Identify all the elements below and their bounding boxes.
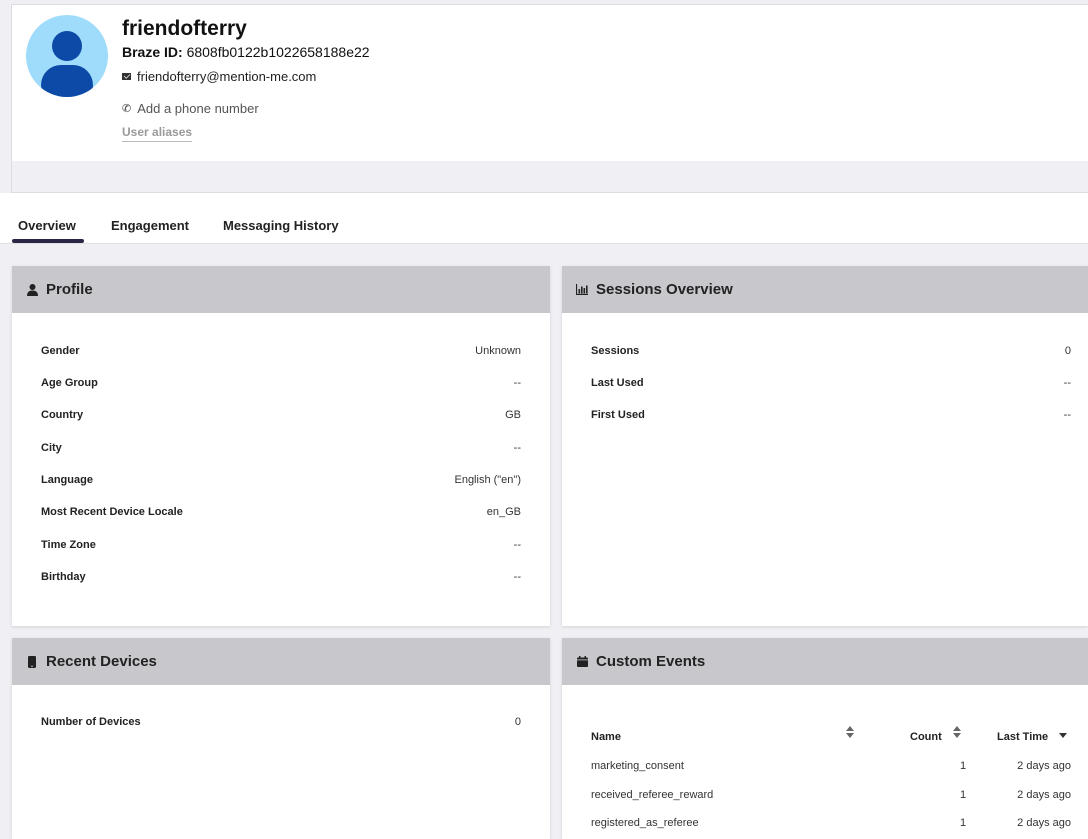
event-name: registered_as_referee xyxy=(591,817,699,829)
row-key: Time Zone xyxy=(41,539,96,551)
profile-row-gender: Gender Unknown xyxy=(41,345,521,359)
profile-card: Profile Gender Unknown Age Group -- Coun… xyxy=(12,266,550,626)
row-key: City xyxy=(41,442,62,454)
row-key: Birthday xyxy=(41,571,86,583)
row-value: 0 xyxy=(514,716,521,728)
username: friendofterry xyxy=(122,17,247,40)
devices-row-count: Number of Devices 0 xyxy=(41,716,521,730)
devices-card-header: Recent Devices xyxy=(12,638,550,685)
event-last-time: 2 days ago xyxy=(1017,817,1071,829)
user-header: friendofterry Braze ID: 6808fb0122b10226… xyxy=(11,4,1088,162)
sort-icon[interactable] xyxy=(846,726,854,738)
header-strip xyxy=(11,161,1088,193)
row-value: English ("en") xyxy=(454,474,521,486)
profile-row-time-zone: Time Zone -- xyxy=(41,539,521,553)
tab-messaging-history[interactable]: Messaging History xyxy=(223,218,339,233)
table-row: received_referee_reward 1 2 days ago xyxy=(591,789,1071,803)
mobile-icon xyxy=(26,655,38,669)
event-last-time: 2 days ago xyxy=(1017,760,1071,772)
profile-row-country: Country GB xyxy=(41,409,521,423)
braze-id-label: Braze ID: xyxy=(122,44,183,60)
row-value: GB xyxy=(505,409,521,421)
event-count: 1 xyxy=(960,789,967,801)
column-header-last-time[interactable]: Last Time xyxy=(997,731,1048,743)
event-last-time: 2 days ago xyxy=(1017,789,1071,801)
sessions-row-first-used: First Used -- xyxy=(591,409,1071,423)
profile-row-birthday: Birthday -- xyxy=(41,571,521,585)
row-key: Language xyxy=(41,474,93,486)
row-value: -- xyxy=(1063,409,1071,421)
avatar-body xyxy=(41,65,93,97)
row-key: Most Recent Device Locale xyxy=(41,506,183,518)
calendar-icon xyxy=(576,655,588,669)
avatar xyxy=(26,15,108,97)
event-count: 1 xyxy=(960,817,967,829)
row-value: -- xyxy=(513,442,521,454)
column-header-count[interactable]: Count xyxy=(910,731,942,743)
event-count: 1 xyxy=(960,760,967,772)
tab-overview[interactable]: Overview xyxy=(12,218,84,243)
row-value: -- xyxy=(513,377,521,389)
bar-chart-icon xyxy=(576,283,588,297)
add-phone-link[interactable]: ✆ Add a phone number xyxy=(122,101,259,116)
event-name: received_referee_reward xyxy=(591,789,714,801)
profile-row-city: City -- xyxy=(41,442,521,456)
sessions-row-sessions: Sessions 0 xyxy=(591,345,1071,359)
row-key: Age Group xyxy=(41,377,98,389)
user-aliases-link[interactable]: User aliases xyxy=(122,125,193,142)
braze-id: Braze ID: 6808fb0122b1022658188e22 xyxy=(122,44,370,60)
sessions-card-header: Sessions Overview xyxy=(562,266,1088,313)
user-icon xyxy=(26,283,38,297)
row-key: Last Used xyxy=(591,377,644,389)
envelope-icon xyxy=(122,73,131,80)
events-card-header: Custom Events xyxy=(562,638,1088,685)
profile-row-age-group: Age Group -- xyxy=(41,377,521,391)
table-row: registered_as_referee 1 2 days ago xyxy=(591,817,1071,831)
recent-devices-card: Recent Devices Number of Devices 0 xyxy=(12,638,550,839)
row-key: Gender xyxy=(41,345,80,357)
sessions-card: Sessions Overview Sessions 0 Last Used -… xyxy=(562,266,1088,626)
sessions-title: Sessions Overview xyxy=(596,281,733,298)
row-key: Number of Devices xyxy=(41,716,141,728)
row-key: First Used xyxy=(591,409,645,421)
table-row: marketing_consent 1 2 days ago xyxy=(591,760,1071,774)
sort-desc-icon[interactable] xyxy=(1059,733,1067,738)
custom-events-card: Custom Events Name Count Last Time marke… xyxy=(562,638,1088,839)
row-value: 0 xyxy=(1064,345,1071,357)
events-title: Custom Events xyxy=(596,653,706,670)
row-value: -- xyxy=(513,539,521,551)
profile-row-device-locale: Most Recent Device Locale en_GB xyxy=(41,506,521,520)
row-value: Unknown xyxy=(475,345,521,357)
profile-row-language: Language English ("en") xyxy=(41,474,521,488)
braze-id-value: 6808fb0122b1022658188e22 xyxy=(186,44,370,60)
sessions-row-last-used: Last Used -- xyxy=(591,377,1071,391)
email-value: friendofterry@mention-me.com xyxy=(137,69,317,84)
phone-icon: ✆ xyxy=(122,103,132,115)
row-key: Sessions xyxy=(591,345,640,357)
avatar-head xyxy=(52,31,82,61)
email-line: friendofterry@mention-me.com xyxy=(122,69,316,84)
devices-title: Recent Devices xyxy=(46,653,157,670)
sort-icon[interactable] xyxy=(953,726,961,738)
add-phone-label: Add a phone number xyxy=(137,101,259,116)
row-value: en_GB xyxy=(486,506,521,518)
tab-engagement[interactable]: Engagement xyxy=(111,218,189,233)
event-name: marketing_consent xyxy=(591,760,684,772)
row-value: -- xyxy=(513,571,521,583)
row-key: Country xyxy=(41,409,84,421)
profile-title: Profile xyxy=(46,281,93,298)
column-header-name[interactable]: Name xyxy=(591,731,621,743)
profile-card-header: Profile xyxy=(12,266,550,313)
row-value: -- xyxy=(1063,377,1071,389)
tab-bar: Overview Engagement Messaging History xyxy=(0,193,1088,244)
